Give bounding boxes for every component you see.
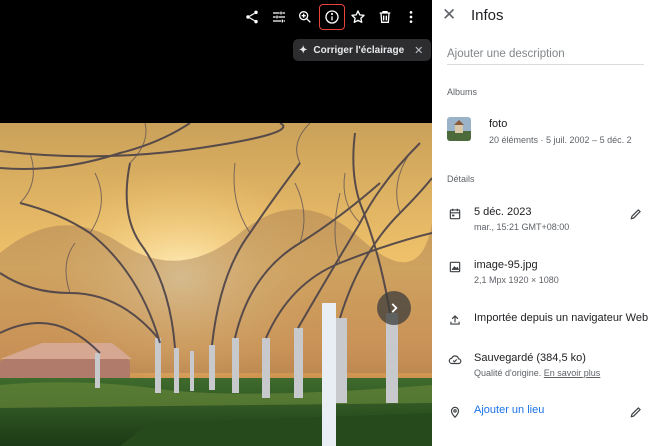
location-row[interactable]: Ajouter un lieu [447,404,655,420]
date-text: 5 déc. 2023 [474,206,532,218]
delete-button[interactable] [372,4,398,30]
album-name: foto [489,118,508,130]
zoom-button[interactable] [292,4,318,30]
details-heading: Détails [447,174,475,184]
more-options-button[interactable] [398,4,424,30]
photo-viewer: ✦ Corriger l'éclairage ✕ [0,0,432,446]
learn-more-link[interactable]: En savoir plus [544,368,601,378]
panel-header: ✕ Infos [432,0,657,30]
more-icon [409,11,413,23]
next-photo-button[interactable] [377,291,411,325]
trash-icon [379,11,390,23]
panel-title: Infos [471,6,504,24]
album-thumbnail [447,117,471,141]
info-button[interactable] [318,4,345,30]
edit-location-icon[interactable] [629,405,643,419]
backup-quality: Qualité d'origine. En savoir plus [474,368,600,378]
close-icon[interactable]: ✕ [442,5,460,25]
info-icon [324,10,339,24]
album-item[interactable]: foto 20 éléments · 5 juil. 2002 – 5 déc.… [447,117,632,145]
fix-lighting-label: Corriger l'éclairage [313,44,405,56]
backup-row: Sauvegardé (384,5 ko) Qualité d'origine.… [447,352,655,378]
star-icon [351,10,365,23]
share-button[interactable] [239,4,265,30]
add-location-link[interactable]: Ajouter un lieu [474,404,544,416]
calendar-icon [447,206,463,222]
image-icon [447,259,463,275]
upload-icon [447,312,463,328]
upload-row: Importée depuis un navigateur Web [447,312,655,328]
edit-tune-icon [272,11,285,23]
description-input[interactable] [447,43,644,65]
date-row: 5 déc. 2023 mar., 15:21 GMT+08:00 [447,206,655,232]
file-name: image-95.jpg [474,259,538,271]
albums-heading: Albums [447,87,478,97]
cloud-done-icon [447,352,463,368]
upload-source: Importée depuis un navigateur Web [474,312,649,324]
edit-date-icon[interactable] [629,207,643,221]
sparkle-icon: ✦ [299,44,308,56]
zoom-icon [299,11,311,23]
favorite-button[interactable] [345,4,371,30]
fix-lighting-chip[interactable]: ✦ Corriger l'éclairage ✕ [293,39,432,61]
location-pin-icon [447,404,463,420]
share-icon [246,10,258,24]
album-meta: 20 éléments · 5 juil. 2002 – 5 déc. 2 [489,135,632,145]
backup-status: Sauvegardé (384,5 ko) [474,352,586,364]
photo-image [0,123,432,446]
chevron-right-icon [391,303,398,313]
file-row: image-95.jpg 2,1 Mpx 1920 × 1080 [447,259,655,285]
quality-text: Qualité d'origine. [474,368,542,378]
edit-button[interactable] [266,4,292,30]
chip-close-icon[interactable]: ✕ [414,44,423,57]
file-resolution: 2,1 Mpx 1920 × 1080 [474,275,559,285]
info-panel: ✕ Infos Albums foto 20 éléments · 5 juil… [432,0,657,446]
time-text: mar., 15:21 GMT+08:00 [474,222,570,232]
viewer-toolbar [239,4,425,30]
